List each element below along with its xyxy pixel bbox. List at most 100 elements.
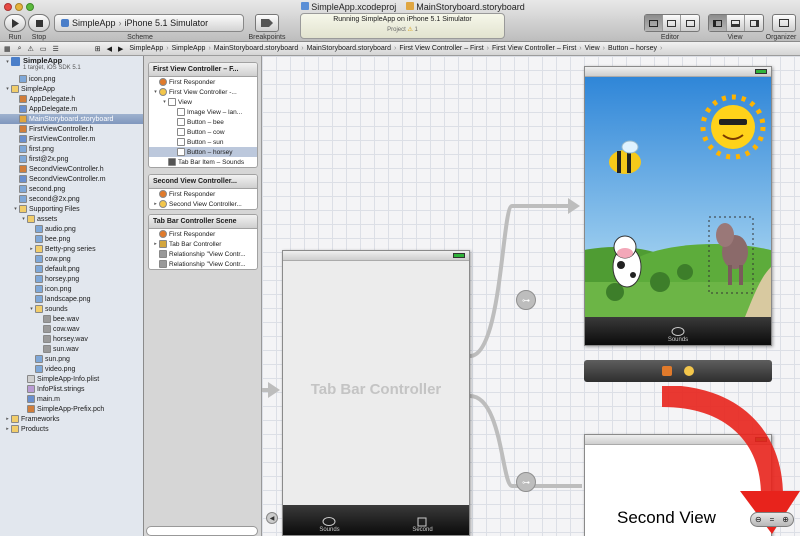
debug-toggle-button[interactable] (727, 15, 745, 31)
outline-item[interactable]: ▸ Second View Controller... (149, 199, 257, 209)
jump-bar-item[interactable]: First View Controller – First (489, 45, 579, 52)
file-tree-item[interactable]: horsey.png (0, 274, 143, 284)
assistant-editor-button[interactable] (663, 15, 681, 31)
disclosure-triangle-icon[interactable]: ▾ (20, 216, 27, 222)
jump-bar-item[interactable]: SimpleApp (169, 45, 209, 52)
file-tree-item[interactable]: ▸ Frameworks (0, 414, 143, 424)
jump-bar-item[interactable]: View (582, 45, 603, 52)
file-tree-item[interactable]: icon.png (0, 284, 143, 294)
zoom-out-icon[interactable]: ⊖ (755, 515, 762, 524)
file-tree-item[interactable]: AppDelegate.m (0, 104, 143, 114)
outline-filter-field[interactable] (146, 526, 258, 536)
outline-item[interactable]: Button – sun (149, 137, 257, 147)
back-arrow-icon[interactable]: ◀ (104, 45, 115, 53)
zoom-window-button[interactable] (26, 3, 34, 11)
relationship-segue-icon[interactable]: ⊶ (516, 290, 536, 310)
jump-bar-item[interactable]: MainStoryboard.storyboard (211, 45, 301, 52)
nav-log-icon[interactable]: ☰ (49, 45, 61, 53)
scene-header[interactable]: Tab Bar Controller Scene (149, 215, 257, 229)
project-root[interactable]: ▾ SimpleApp 1 target, iOS SDK 5.1 (0, 56, 143, 74)
view-controller-icon[interactable] (684, 366, 694, 376)
scheme-selector[interactable]: SimpleApp › iPhone 5.1 Simulator (54, 14, 244, 32)
file-tree-item[interactable]: ▸ Products (0, 424, 143, 434)
outline-item[interactable]: First Responder (149, 189, 257, 199)
zoom-fit-icon[interactable]: = (770, 515, 775, 524)
file-tree-item[interactable]: FirstViewController.h (0, 124, 143, 134)
file-tree-item[interactable]: SecondViewController.h (0, 164, 143, 174)
forward-arrow-icon[interactable]: ▶ (115, 45, 126, 53)
outline-item[interactable]: ▾ View (149, 97, 257, 107)
outline-item[interactable]: Tab Bar Item – Sounds (149, 157, 257, 167)
standard-editor-button[interactable] (645, 15, 663, 31)
related-files-icon[interactable]: ⊞ (92, 45, 104, 53)
disclosure-triangle-icon[interactable]: ▾ (161, 99, 168, 105)
file-tree-item[interactable]: ▾ SimpleApp (0, 84, 143, 94)
file-tree-item[interactable]: horsey.wav (0, 334, 143, 344)
outline-item[interactable]: First Responder (149, 77, 257, 87)
file-tree-item[interactable]: SecondViewController.m (0, 174, 143, 184)
utilities-toggle-button[interactable] (745, 15, 763, 31)
tab-sounds[interactable]: Sounds (668, 327, 688, 343)
first-view-controller[interactable]: Sounds (584, 66, 772, 346)
disclosure-triangle-icon[interactable]: ▾ (28, 306, 35, 312)
outline-item[interactable]: First Responder (149, 229, 257, 239)
file-tree-item[interactable]: icon.png (0, 74, 143, 84)
outline-item[interactable]: Button – horsey (149, 147, 257, 157)
storyboard-canvas[interactable]: ⊶ ⊶ Tab Bar Controller Sounds Second Sou… (262, 56, 800, 536)
nav-warning-icon[interactable]: ⚠ (25, 45, 37, 53)
file-tree-item[interactable]: AppDelegate.h (0, 94, 143, 104)
first-view-controller-scene[interactable]: First View Controller – F... First Respo… (148, 62, 258, 168)
organizer-button[interactable] (772, 14, 796, 32)
file-tree-item[interactable]: sun.png (0, 354, 143, 364)
jump-bar-item[interactable]: MainStoryboard.storyboard (304, 45, 394, 52)
show-outline-button[interactable]: ◀ (266, 512, 278, 524)
disclosure-triangle-icon[interactable]: ▸ (4, 426, 11, 432)
outline-item[interactable]: Button – bee (149, 117, 257, 127)
version-editor-button[interactable] (681, 15, 699, 31)
navigator-toggle-button[interactable] (709, 15, 727, 31)
file-tree-item[interactable]: bee.wav (0, 314, 143, 324)
disclosure-triangle-icon[interactable]: ▸ (152, 241, 159, 247)
file-tree-item[interactable]: SimpleApp-Info.plist (0, 374, 143, 384)
disclosure-triangle-icon[interactable]: ▸ (4, 416, 11, 422)
file-tree-item[interactable]: audio.png (0, 224, 143, 234)
file-tree-item[interactable]: SimpleApp-Prefix.pch (0, 404, 143, 414)
file-tree-item[interactable]: ▾ sounds (0, 304, 143, 314)
nav-breakpoint-icon[interactable]: ▭ (37, 45, 50, 53)
disclosure-triangle-icon[interactable]: ▸ (152, 201, 159, 207)
file-tree-item[interactable]: ▸ Betty-png series (0, 244, 143, 254)
tab-bar-controller-scene[interactable]: Tab Bar Controller Scene First Responder… (148, 214, 258, 270)
breakpoints-button[interactable] (255, 14, 279, 32)
file-tree-item[interactable]: FirstViewController.m (0, 134, 143, 144)
second-view-controller-scene[interactable]: Second View Controller... First Responde… (148, 174, 258, 210)
disclosure-triangle-icon[interactable]: ▾ (152, 89, 159, 95)
close-window-button[interactable] (4, 3, 12, 11)
jump-bar-item[interactable]: Button – horsey (605, 45, 660, 52)
file-tree-item[interactable]: video.png (0, 364, 143, 374)
disclosure-triangle-icon[interactable]: ▾ (4, 86, 11, 92)
disclosure-triangle-icon[interactable]: ▾ (12, 206, 19, 212)
first-responder-icon[interactable] (662, 366, 672, 376)
outline-item[interactable]: Button – cow (149, 127, 257, 137)
file-tree-item[interactable]: MainStoryboard.storyboard (0, 114, 143, 124)
file-tree-item[interactable]: cow.png (0, 254, 143, 264)
jump-bar-item[interactable]: First View Controller – First (396, 45, 486, 52)
outline-item[interactable]: Image View – lan... (149, 107, 257, 117)
tab-second[interactable]: Second (412, 517, 433, 533)
relationship-segue-icon[interactable]: ⊶ (516, 472, 536, 492)
outline-item[interactable]: ▾ First View Controller -... (149, 87, 257, 97)
scene-header[interactable]: First View Controller – F... (149, 63, 257, 77)
file-tree-item[interactable]: main.m (0, 394, 143, 404)
disclosure-triangle-icon[interactable]: ▾ (4, 59, 11, 65)
file-tree-item[interactable]: ▾ Supporting Files (0, 204, 143, 214)
file-tree-item[interactable]: second.png (0, 184, 143, 194)
disclosure-triangle-icon[interactable]: ▸ (28, 246, 35, 252)
nav-search-icon[interactable]: ⌕ (15, 45, 25, 53)
tab-bar-controller[interactable]: Tab Bar Controller Sounds Second (282, 250, 470, 536)
minimize-window-button[interactable] (15, 3, 23, 11)
file-tree-item[interactable]: ▾ assets (0, 214, 143, 224)
jump-bar-item[interactable]: SimpleApp (126, 45, 166, 52)
stop-button[interactable] (28, 14, 50, 32)
file-tree-item[interactable]: second@2x.png (0, 194, 143, 204)
tab-sounds[interactable]: Sounds (319, 517, 340, 533)
